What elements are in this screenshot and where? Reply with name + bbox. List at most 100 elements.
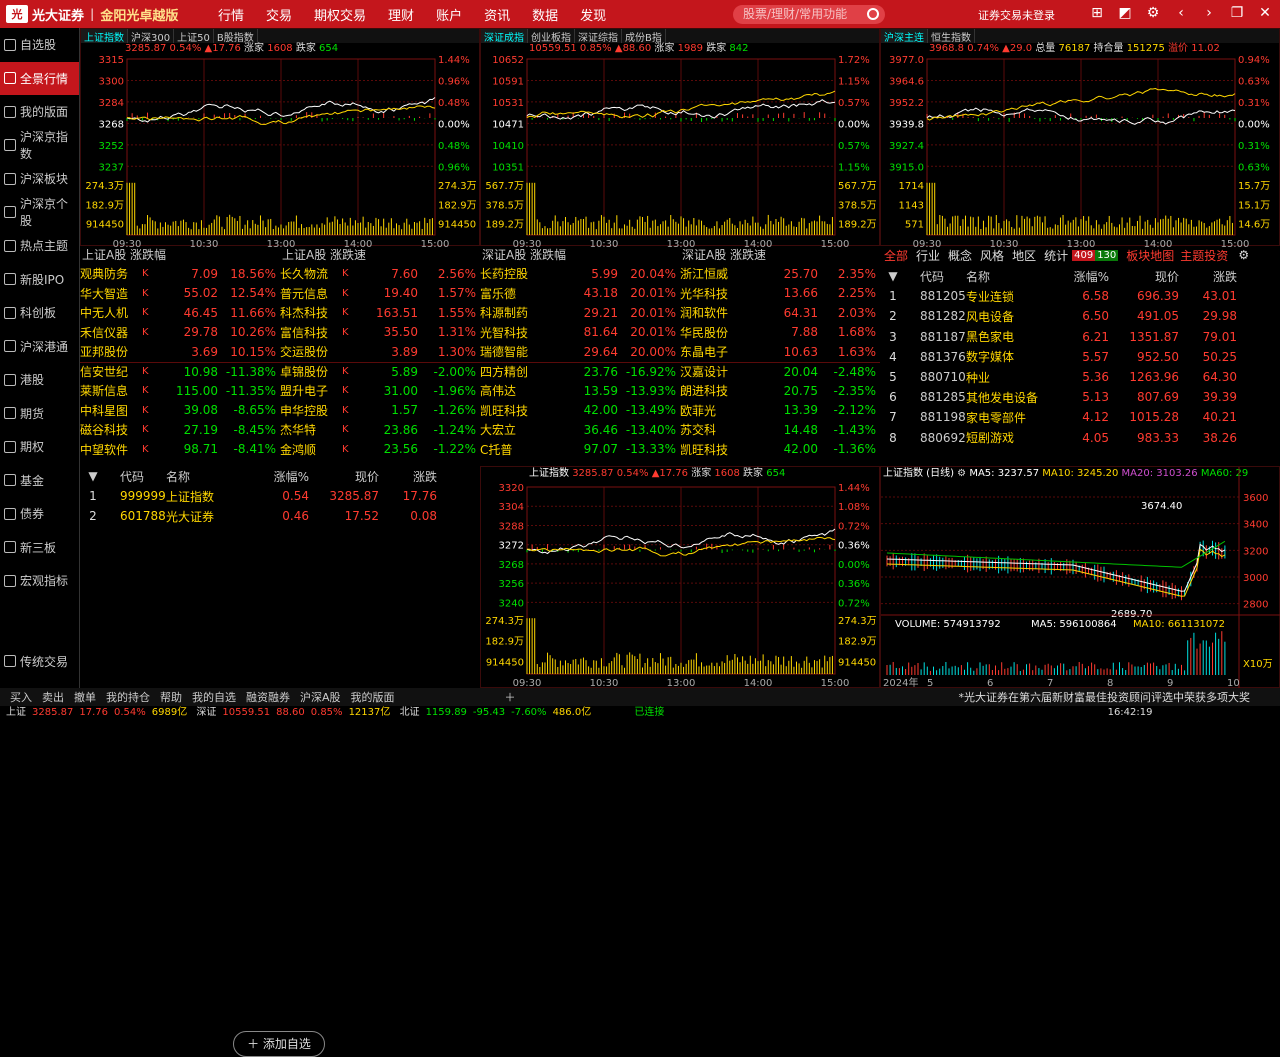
menu-trade[interactable]: 交易 [266, 5, 292, 24]
sector-tab-all[interactable]: 全部 [884, 247, 908, 264]
sidebar-item-my-layout[interactable]: 我的版面 [0, 95, 79, 129]
sector-row[interactable]: 2 881282 风电设备 6.50 491.05 29.98 [880, 306, 1237, 326]
watch-col-pct[interactable]: 涨幅% [251, 468, 309, 485]
my-watchlist-button[interactable]: 我的自选 [192, 689, 236, 705]
rank-row[interactable]: 亚邦股份 3.69 10.15% [80, 342, 280, 362]
login-status[interactable]: 证券交易未登录 [978, 7, 1055, 23]
rank-row[interactable]: 申华控股 K 1.57 -1.26% [280, 401, 480, 421]
buy-button[interactable]: 买入 [10, 689, 32, 705]
settings-icon[interactable]: ⚙ [1238, 248, 1249, 262]
help-button[interactable]: 帮助 [160, 689, 182, 705]
rank-row[interactable]: 信安世纪 K 10.98 -11.38% [80, 361, 280, 382]
my-layout-button[interactable]: 我的版面 [351, 689, 395, 705]
rank-row[interactable]: 禾信仪器 K 29.78 10.26% [80, 323, 280, 343]
sidebar-item-options[interactable]: 期权 [0, 430, 79, 464]
add-watchlist-button[interactable]: ＋ 添加自选 [233, 1031, 325, 1057]
menu-news[interactable]: 资讯 [484, 5, 510, 24]
rank-row[interactable]: 普元信息 K 19.40 1.57% [280, 284, 480, 304]
rank-row[interactable]: 科杰科技 K 163.51 1.55% [280, 303, 480, 323]
rank-row[interactable]: 润和软件 64.31 2.03% [680, 303, 880, 323]
rank-row[interactable]: 汉嘉设计 20.04 -2.48% [680, 361, 880, 382]
sidebar-item-funds[interactable]: 基金 [0, 464, 79, 498]
menu-quote[interactable]: 行情 [218, 5, 244, 24]
skin-icon[interactable]: ◩ [1118, 5, 1132, 21]
rank-row[interactable]: 凯旺科技 42.00 -13.49% [480, 401, 680, 421]
cancel-order-button[interactable]: 撤单 [74, 689, 96, 705]
sector-tab-concept[interactable]: 概念 [948, 247, 972, 264]
rank-row[interactable]: 瑞德智能 29.64 20.00% [480, 342, 680, 362]
back-icon[interactable]: ‹ [1174, 5, 1188, 21]
sidebar-item-connect[interactable]: 沪深港通 [0, 330, 79, 364]
sector-row[interactable]: 7 881198 家电零部件 4.12 1015.28 40.21 [880, 407, 1237, 427]
rank-row[interactable]: 华民股份 7.88 1.68% [680, 323, 880, 343]
sidebar-item-hot-topics[interactable]: 热点主题 [0, 229, 79, 263]
theme-invest-link[interactable]: 主题投资 [1180, 247, 1228, 264]
sidebar-item-ipo[interactable]: 新股IPO [0, 263, 79, 297]
rank-row[interactable]: 金鸿顺 K 23.56 -1.22% [280, 440, 480, 460]
sidebar-item-panorama[interactable]: 全景行情 [0, 61, 79, 95]
sector-row[interactable]: 3 881187 黑色家电 6.21 1351.87 79.01 [880, 327, 1237, 347]
sector-row[interactable]: 6 881285 其他发电设备 5.13 807.69 39.39 [880, 387, 1237, 407]
rank-row[interactable]: 长久物流 K 7.60 2.56% [280, 264, 480, 284]
rank-row[interactable]: 光华科技 13.66 2.25% [680, 284, 880, 304]
watch-col-name[interactable]: 名称 [166, 468, 251, 485]
rank-row[interactable]: 欧菲光 13.39 -2.12% [680, 401, 880, 421]
rank-row[interactable]: 凯旺科技 42.00 -1.36% [680, 440, 880, 460]
search-icon[interactable] [867, 8, 879, 20]
rank-row[interactable]: 光智科技 81.64 20.01% [480, 323, 680, 343]
sector-col-change[interactable]: 涨跌 [1179, 268, 1237, 285]
rank-row[interactable]: 莱斯信息 K 115.00 -11.35% [80, 381, 280, 401]
rank-row[interactable]: 中无人机 K 46.45 11.66% [80, 303, 280, 323]
search-input[interactable]: 股票/理财/常用功能 [733, 5, 885, 24]
sector-tab-style[interactable]: 风格 [980, 247, 1004, 264]
sort-icon[interactable]: ▼ [80, 469, 106, 483]
sidebar-item-bonds[interactable]: 债券 [0, 497, 79, 531]
rank-row[interactable]: 高伟达 13.59 -13.93% [480, 381, 680, 401]
sidebar-item-sectors[interactable]: 沪深板块 [0, 162, 79, 196]
watchlist-row[interactable]: 1 999999 上证指数 0.54 3285.87 17.76 [80, 486, 437, 506]
menu-option-trade[interactable]: 期权交易 [314, 5, 366, 24]
watch-col-change[interactable]: 涨跌 [379, 468, 437, 485]
sidebar-item-watchlist[interactable]: 自选股 [0, 28, 79, 62]
rank-row[interactable]: 中科星图 K 39.08 -8.65% [80, 401, 280, 421]
rank-row[interactable]: 浙江恒威 25.70 2.35% [680, 264, 880, 284]
watchlist-row[interactable]: 2 601788 光大证券 0.46 17.52 0.08 [80, 506, 437, 526]
rank-row[interactable]: 大宏立 36.46 -13.40% [480, 420, 680, 440]
rank-row[interactable]: 富乐德 43.18 20.01% [480, 284, 680, 304]
margin-button[interactable]: 融资融券 [246, 689, 290, 705]
rank-row[interactable]: 华大智造 K 55.02 12.54% [80, 284, 280, 304]
rank-row[interactable]: 富信科技 K 35.50 1.31% [280, 323, 480, 343]
settings-icon[interactable]: ⚙ [1146, 5, 1160, 21]
restore-icon[interactable]: ❐ [1230, 5, 1244, 21]
sector-col-name[interactable]: 名称 [966, 268, 1051, 285]
sort-icon[interactable]: ▼ [880, 269, 906, 283]
close-icon[interactable]: ✕ [1258, 5, 1272, 21]
rank-row[interactable]: 苏交科 14.48 -1.43% [680, 420, 880, 440]
sector-col-code[interactable]: 代码 [906, 268, 966, 285]
sector-row[interactable]: 5 880710 种业 5.36 1263.96 64.30 [880, 367, 1237, 387]
sidebar-item-futures[interactable]: 期货 [0, 397, 79, 431]
sector-map-link[interactable]: 板块地图 [1126, 247, 1174, 264]
grid-icon[interactable]: ⊞ [1090, 5, 1104, 21]
menu-discover[interactable]: 发现 [580, 5, 606, 24]
sidebar-item-neeq[interactable]: 新三板 [0, 531, 79, 565]
watch-col-code[interactable]: 代码 [106, 468, 166, 485]
rank-row[interactable]: 盟升电子 K 31.00 -1.96% [280, 381, 480, 401]
rank-row[interactable]: 观典防务 K 7.09 18.56% [80, 264, 280, 284]
rank-row[interactable]: 长药控股 5.99 20.04% [480, 264, 680, 284]
rank-row[interactable]: 科源制药 29.21 20.01% [480, 303, 680, 323]
sector-row[interactable]: 8 880692 短剧游戏 4.05 983.33 38.26 [880, 428, 1237, 448]
sidebar-item-index[interactable]: 沪深京指数 [0, 129, 79, 163]
sidebar-item-traditional-trade[interactable]: 传统交易 [0, 645, 68, 679]
rank-row[interactable]: 交运股份 3.89 1.30% [280, 342, 480, 362]
holdings-button[interactable]: 我的持仓 [106, 689, 150, 705]
sector-tab-region[interactable]: 地区 [1012, 247, 1036, 264]
add-tab-icon[interactable]: ＋ [505, 689, 516, 705]
menu-account[interactable]: 账户 [436, 5, 462, 24]
sector-tab-stats[interactable]: 统计 [1044, 247, 1068, 264]
rank-row[interactable]: 卓锦股份 K 5.89 -2.00% [280, 361, 480, 382]
rank-row[interactable]: 东晶电子 10.63 1.63% [680, 342, 880, 362]
sector-row[interactable]: 1 881205 专业连锁 6.58 696.39 43.01 [880, 286, 1237, 306]
rank-row[interactable]: 中望软件 K 98.71 -8.41% [80, 440, 280, 460]
sector-row[interactable]: 4 881376 数字媒体 5.57 952.50 50.25 [880, 347, 1237, 367]
